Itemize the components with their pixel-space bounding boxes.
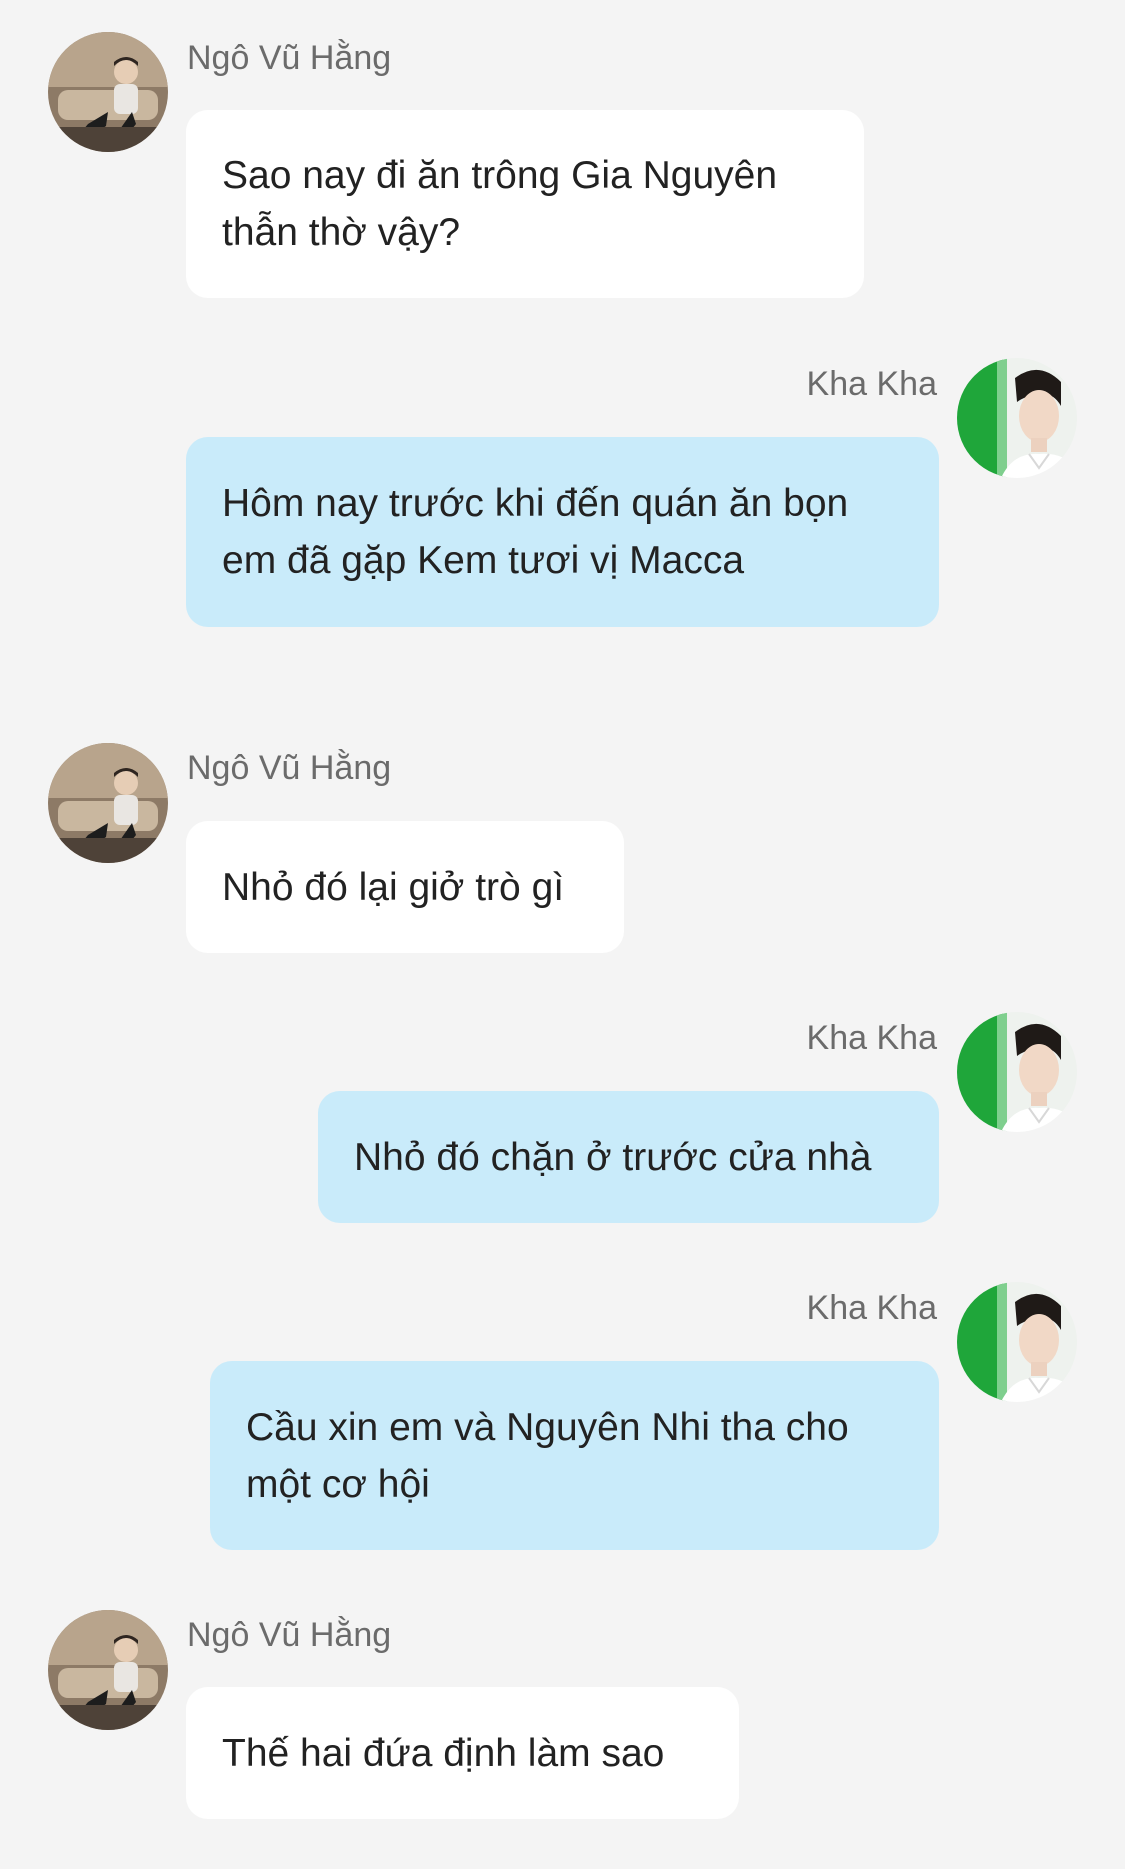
person-sitting-avatar-icon xyxy=(48,1610,168,1730)
person-portrait-avatar-icon xyxy=(957,358,1077,478)
message-bubble[interactable]: Nhỏ đó chặn ở trước cửa nhà xyxy=(318,1091,939,1223)
message-text-line: Hôm nay trước khi đến quán ăn bọn xyxy=(222,482,849,525)
sender-avatar[interactable] xyxy=(48,32,168,152)
message-text-line: Nhỏ đó lại giở trò gì xyxy=(222,865,565,909)
sender-name: Kha Kha xyxy=(806,1289,937,1327)
message-text-line: Thế hai đứa định làm sao xyxy=(222,1731,665,1775)
sender-name: Kha Kha xyxy=(806,1019,937,1057)
message-text-line: Cầu xin em và Nguyên Nhi tha cho xyxy=(246,1405,849,1449)
sender-avatar[interactable] xyxy=(48,743,168,863)
person-sitting-avatar-icon xyxy=(48,32,168,152)
message-text-line: thẫn thờ vậy? xyxy=(222,211,461,254)
message-text-line: em đã gặp Kem tươi vị Macca xyxy=(222,539,745,582)
message-bubble[interactable]: Nhỏ đó lại giở trò gì xyxy=(186,821,624,953)
message-text-line: Sao nay đi ăn trông Gia Nguyên xyxy=(222,154,778,197)
message-text-line: một cơ hội xyxy=(246,1462,430,1506)
sender-name: Ngô Vũ Hằng xyxy=(187,39,392,77)
sender-avatar[interactable] xyxy=(957,1282,1077,1402)
sender-avatar[interactable] xyxy=(957,1012,1077,1132)
person-portrait-avatar-icon xyxy=(957,1012,1077,1132)
sender-avatar[interactable] xyxy=(957,358,1077,478)
person-sitting-avatar-icon xyxy=(48,743,168,863)
message-bubble[interactable]: Hôm nay trước khi đến quán ăn bọn em đã … xyxy=(186,437,939,627)
message-bubble[interactable]: Thế hai đứa định làm sao xyxy=(186,1687,739,1819)
message-text-line: Nhỏ đó chặn ở trước cửa nhà xyxy=(354,1135,872,1179)
sender-name: Kha Kha xyxy=(806,365,937,403)
sender-name: Ngô Vũ Hằng xyxy=(187,1616,392,1654)
sender-name: Ngô Vũ Hằng xyxy=(187,749,392,787)
person-portrait-avatar-icon xyxy=(957,1282,1077,1402)
message-bubble[interactable]: Sao nay đi ăn trông Gia Nguyên thẫn thờ … xyxy=(186,110,864,298)
sender-avatar[interactable] xyxy=(48,1610,168,1730)
message-bubble[interactable]: Cầu xin em và Nguyên Nhi tha cho một cơ … xyxy=(210,1361,939,1550)
chat-thread: Ngô Vũ Hằng Sao nay đi ăn trông Gia Nguy… xyxy=(0,0,1125,1869)
